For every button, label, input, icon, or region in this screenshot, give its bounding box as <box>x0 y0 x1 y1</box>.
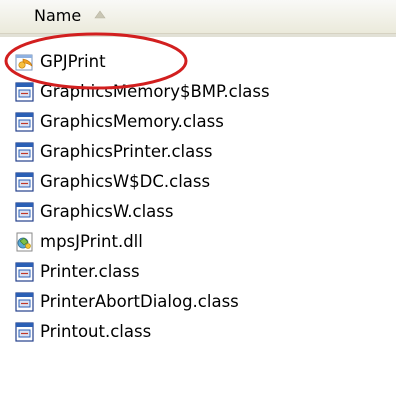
file-name: GraphicsW$DC.class <box>40 172 211 191</box>
class-file-icon <box>15 142 34 162</box>
class-file-icon <box>15 322 34 342</box>
class-file-icon <box>15 262 34 282</box>
list-item[interactable]: Printout.class <box>0 317 396 347</box>
list-item[interactable]: PrinterAbortDialog.class <box>0 287 396 317</box>
list-item[interactable]: GraphicsW.class <box>0 197 396 227</box>
column-header-name[interactable]: Name <box>0 0 396 34</box>
class-file-icon <box>15 112 34 132</box>
file-name: GraphicsPrinter.class <box>40 142 213 161</box>
file-name: GraphicsW.class <box>40 202 174 221</box>
list-item[interactable]: GraphicsMemory.class <box>0 107 396 137</box>
list-item[interactable]: mpsJPrint.dll <box>0 227 396 257</box>
file-name: Printer.class <box>40 262 140 281</box>
class-file-icon <box>15 292 34 312</box>
class-file-icon <box>15 202 34 222</box>
column-header-label: Name <box>34 6 82 25</box>
list-item[interactable]: Printer.class <box>0 257 396 287</box>
file-name: Printout.class <box>40 322 152 341</box>
file-name: GraphicsMemory.class <box>40 112 224 131</box>
file-name: mpsJPrint.dll <box>40 232 143 251</box>
list-item[interactable]: GraphicsPrinter.class <box>0 137 396 167</box>
dll-file-icon <box>16 232 33 252</box>
file-name: PrinterAbortDialog.class <box>40 292 239 311</box>
sort-ascending-icon <box>94 10 106 19</box>
list-item[interactable]: GraphicsW$DC.class <box>0 167 396 197</box>
class-file-icon <box>15 172 34 192</box>
highlight-circle-annotation <box>4 32 188 90</box>
